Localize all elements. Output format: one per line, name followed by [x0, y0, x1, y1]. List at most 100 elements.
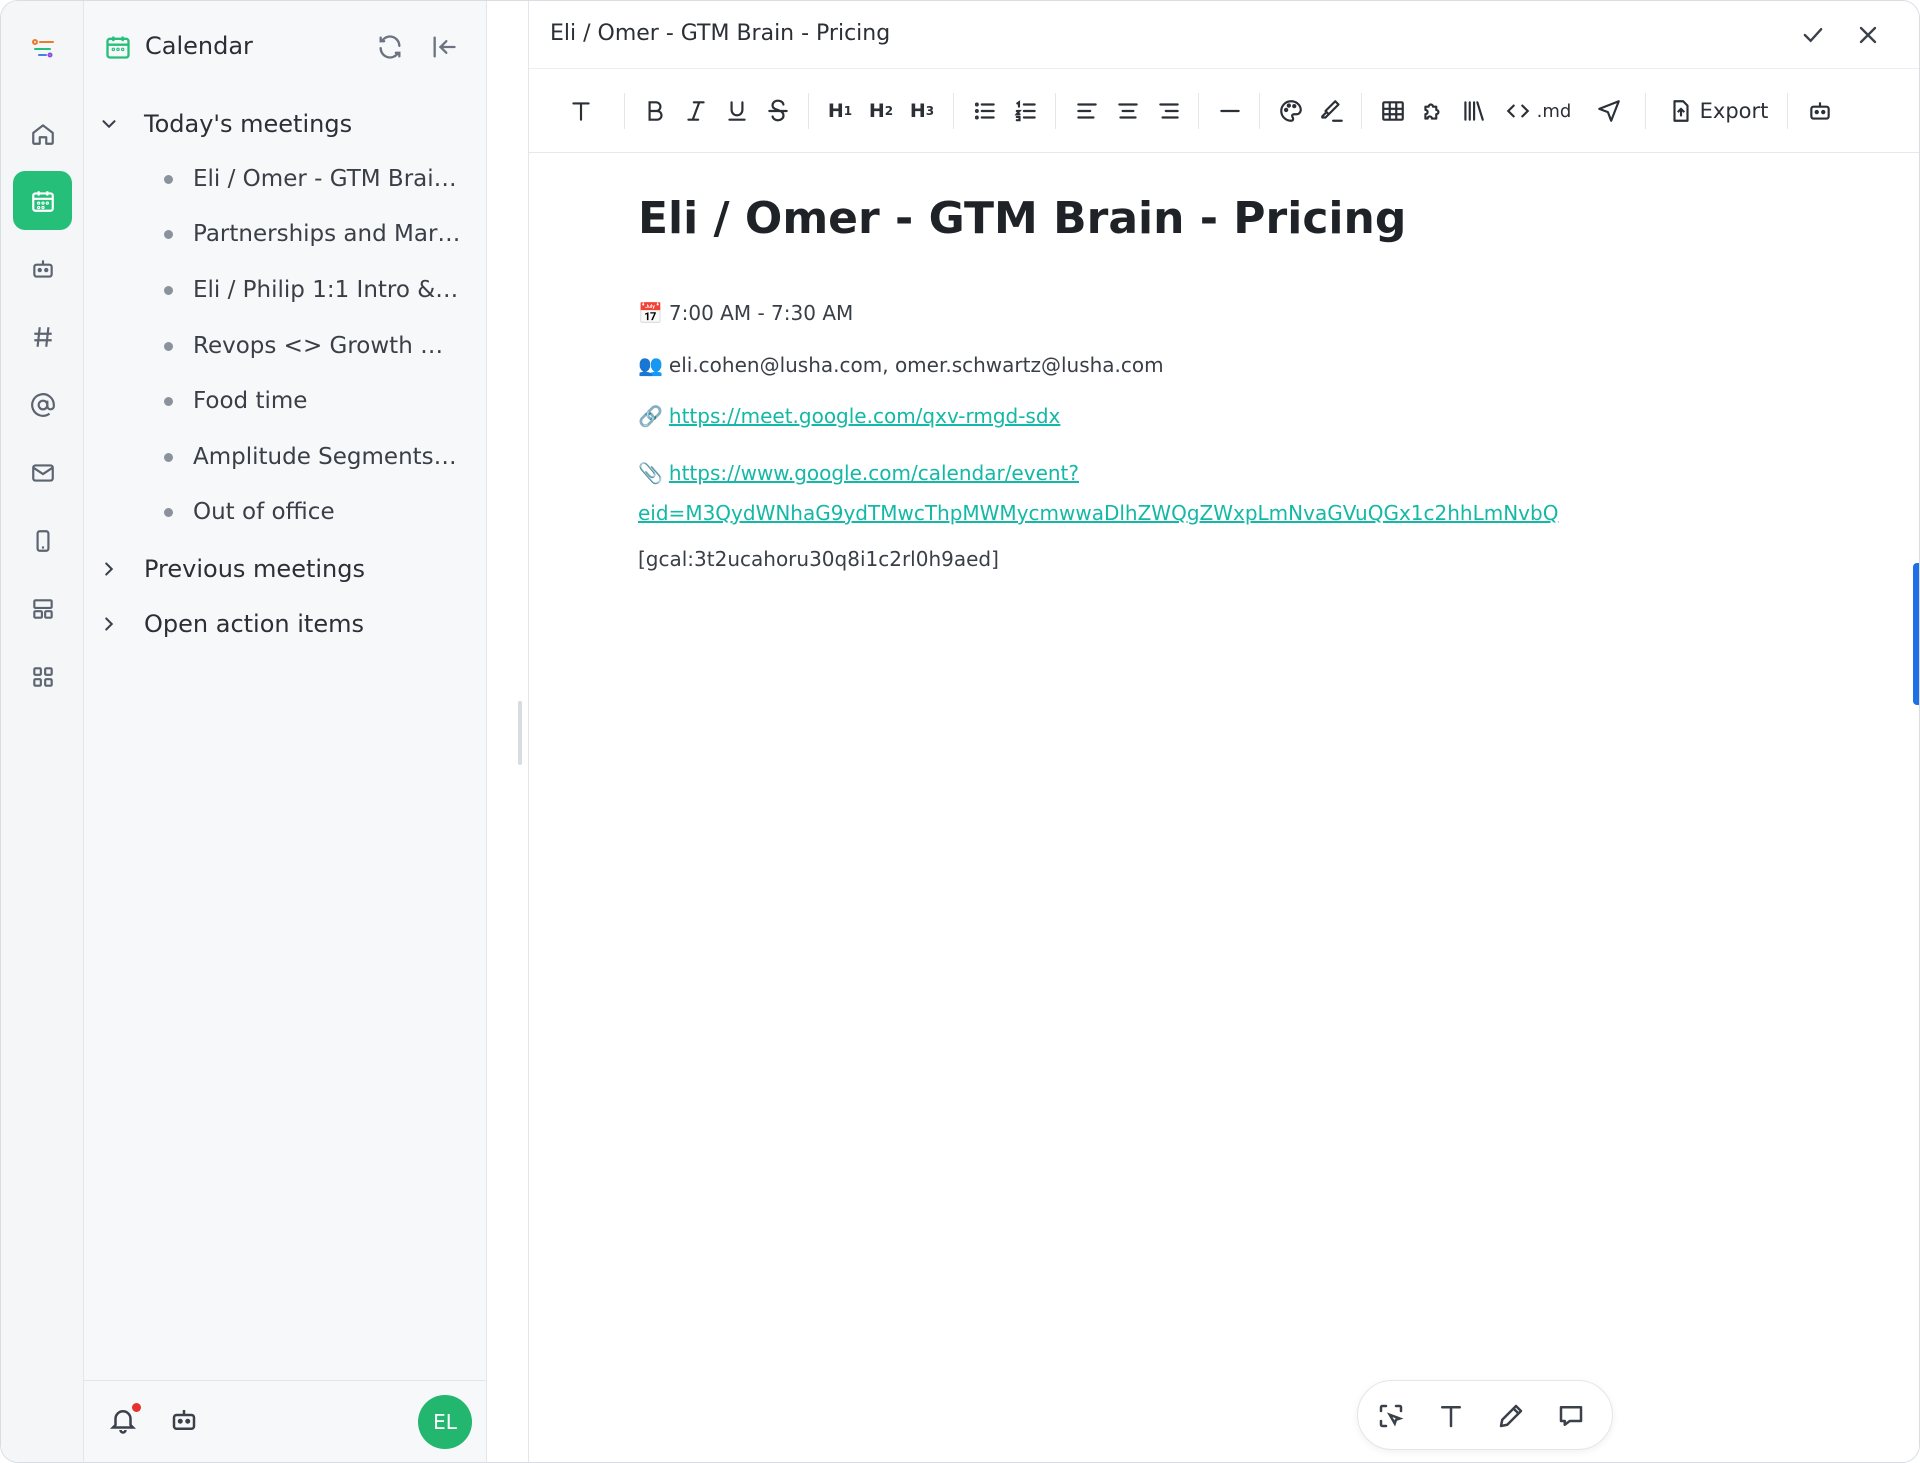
ai-assistant-button[interactable]: [1803, 95, 1837, 127]
bullet-dot: [164, 229, 173, 239]
bullet-dot: [164, 341, 173, 351]
app-window: Calendar Today's meetings Eli / Omer - G…: [0, 0, 1920, 1463]
meeting-item[interactable]: Out of office: [164, 492, 464, 532]
code-icon: [1506, 104, 1529, 118]
calendar-nav-icon[interactable]: [13, 171, 72, 230]
meeting-item[interactable]: Revops <> Growth <> ...: [164, 326, 464, 366]
meeting-item[interactable]: Partnerships and Mark...: [164, 214, 464, 254]
mobile-icon[interactable]: [13, 511, 72, 570]
chevron-down-icon: [102, 120, 116, 129]
plugin-button[interactable]: [1418, 95, 1448, 127]
toolbar-divider: [1787, 93, 1788, 129]
h3-sub: 3: [925, 104, 935, 118]
h2-sub: 2: [884, 104, 894, 118]
section-label: Previous meetings: [144, 555, 365, 583]
bot-icon[interactable]: [169, 1405, 199, 1435]
meeting-time: 7:00 AM - 7:30 AM: [668, 301, 854, 325]
select-area-icon[interactable]: [1376, 1401, 1406, 1431]
check-icon[interactable]: [1799, 21, 1827, 49]
table-icon: [1382, 101, 1404, 121]
highlighter-icon: [1321, 100, 1343, 122]
markdown-label: .md: [1536, 100, 1572, 122]
heading1-button[interactable]: H1: [824, 95, 856, 127]
collapse-sidebar-button[interactable]: [428, 31, 460, 63]
meeting-label: Partnerships and Mark...: [193, 221, 461, 247]
insert-table-button[interactable]: [1378, 95, 1408, 127]
meeting-item[interactable]: Eli / Omer - GTM Brain ...: [164, 159, 464, 199]
resize-handle[interactable]: [518, 701, 522, 765]
horizontal-rule-icon: [1220, 109, 1240, 113]
send-button[interactable]: [1589, 95, 1629, 127]
avatar[interactable]: EL: [418, 1395, 472, 1449]
event-link-block: 📎 https://www.google.com/calendar/event?…: [638, 453, 1558, 533]
horizontal-rule-button[interactable]: [1215, 95, 1245, 127]
toolbar-divider: [1259, 93, 1260, 129]
refresh-button[interactable]: [374, 31, 406, 63]
chevron-right-icon: [105, 562, 114, 576]
calendar-sidebar: Calendar Today's meetings Eli / Omer - G…: [84, 1, 487, 1462]
notification-dot: [132, 1403, 141, 1412]
section-open-action-items[interactable]: Open action items: [98, 604, 364, 644]
bot-icon[interactable]: [13, 239, 72, 298]
bottom-tool-palette: [1357, 1380, 1613, 1450]
bot-icon: [1810, 102, 1830, 120]
numbered-list-button[interactable]: [1011, 95, 1041, 127]
meet-link-line: 🔗 https://meet.google.com/qxv-rmgd-sdx: [638, 404, 1060, 428]
bullet-dot: [164, 396, 173, 406]
mail-icon[interactable]: [13, 443, 72, 502]
underline-button[interactable]: [723, 95, 751, 127]
document-title[interactable]: Eli / Omer - GTM Brain - Pricing: [638, 193, 1406, 244]
toolbar-divider: [1055, 93, 1056, 129]
pen-icon[interactable]: [1496, 1401, 1526, 1431]
italic-icon: [687, 101, 705, 121]
meeting-item[interactable]: Eli / Philip 1:1 Intro & W...: [164, 270, 464, 310]
align-left-button[interactable]: [1072, 95, 1102, 127]
bullet-list-button[interactable]: [970, 95, 1000, 127]
highlight-button[interactable]: [1317, 95, 1347, 127]
event-link-row: 📎 https://www.google.com/calendar/event?: [638, 453, 1558, 493]
heading2-button[interactable]: H2: [865, 95, 897, 127]
align-center-icon: [1118, 103, 1138, 119]
gcal-id-line: [gcal:3t2ucahoru30q8i1c2rl0h9aed]: [638, 547, 999, 571]
bullet-dot: [164, 285, 173, 295]
formatting-toolbar: H1 H2 H3 .md Export: [529, 69, 1919, 153]
sidebar-title: Calendar: [145, 32, 253, 60]
collapse-left-icon: [433, 36, 456, 58]
align-center-button[interactable]: [1113, 95, 1143, 127]
h1-sub: 1: [843, 104, 853, 118]
toolbar-divider: [1198, 93, 1199, 129]
markdown-button[interactable]: .md: [1498, 95, 1578, 127]
close-icon[interactable]: [1854, 21, 1882, 49]
heading3-button[interactable]: H3: [906, 95, 938, 127]
comment-icon[interactable]: [1556, 1401, 1586, 1431]
section-label: Today's meetings: [144, 110, 353, 138]
text-color-button[interactable]: [1276, 95, 1306, 127]
mention-icon[interactable]: [13, 375, 72, 434]
side-panel-tab[interactable]: [1913, 563, 1919, 705]
event-link-part1[interactable]: https://www.google.com/calendar/event?: [669, 453, 1079, 493]
h1-label: H: [827, 100, 844, 122]
text-style-button[interactable]: [565, 95, 597, 127]
toolbar-divider: [953, 93, 954, 129]
strikethrough-button[interactable]: [764, 95, 792, 127]
app-logo-icon[interactable]: [13, 19, 72, 78]
meeting-item[interactable]: Food time: [164, 381, 464, 421]
section-todays-meetings[interactable]: Today's meetings: [98, 104, 352, 144]
event-link-part2[interactable]: eid=M3QydWNhaG9ydTMwcThpMWMycmwwaDlhZWQg…: [638, 493, 1558, 533]
toolbar-divider: [1645, 93, 1646, 129]
bold-button[interactable]: [641, 95, 669, 127]
meeting-item[interactable]: Amplitude Segments ...: [164, 437, 464, 477]
home-icon[interactable]: [13, 104, 72, 163]
export-button[interactable]: Export: [1662, 95, 1774, 127]
meeting-label: Revops <> Growth <> ...: [193, 333, 461, 359]
meet-link[interactable]: https://meet.google.com/qxv-rmgd-sdx: [669, 404, 1060, 428]
chevron-right-icon: [105, 617, 114, 631]
library-button[interactable]: [1458, 95, 1488, 127]
italic-button[interactable]: [682, 95, 710, 127]
text-tool-icon[interactable]: [1436, 1401, 1466, 1431]
layout-icon[interactable]: [13, 579, 72, 638]
hashtag-icon[interactable]: [13, 307, 72, 366]
apps-grid-icon[interactable]: [13, 647, 72, 706]
align-right-button[interactable]: [1154, 95, 1184, 127]
section-previous-meetings[interactable]: Previous meetings: [98, 549, 365, 589]
